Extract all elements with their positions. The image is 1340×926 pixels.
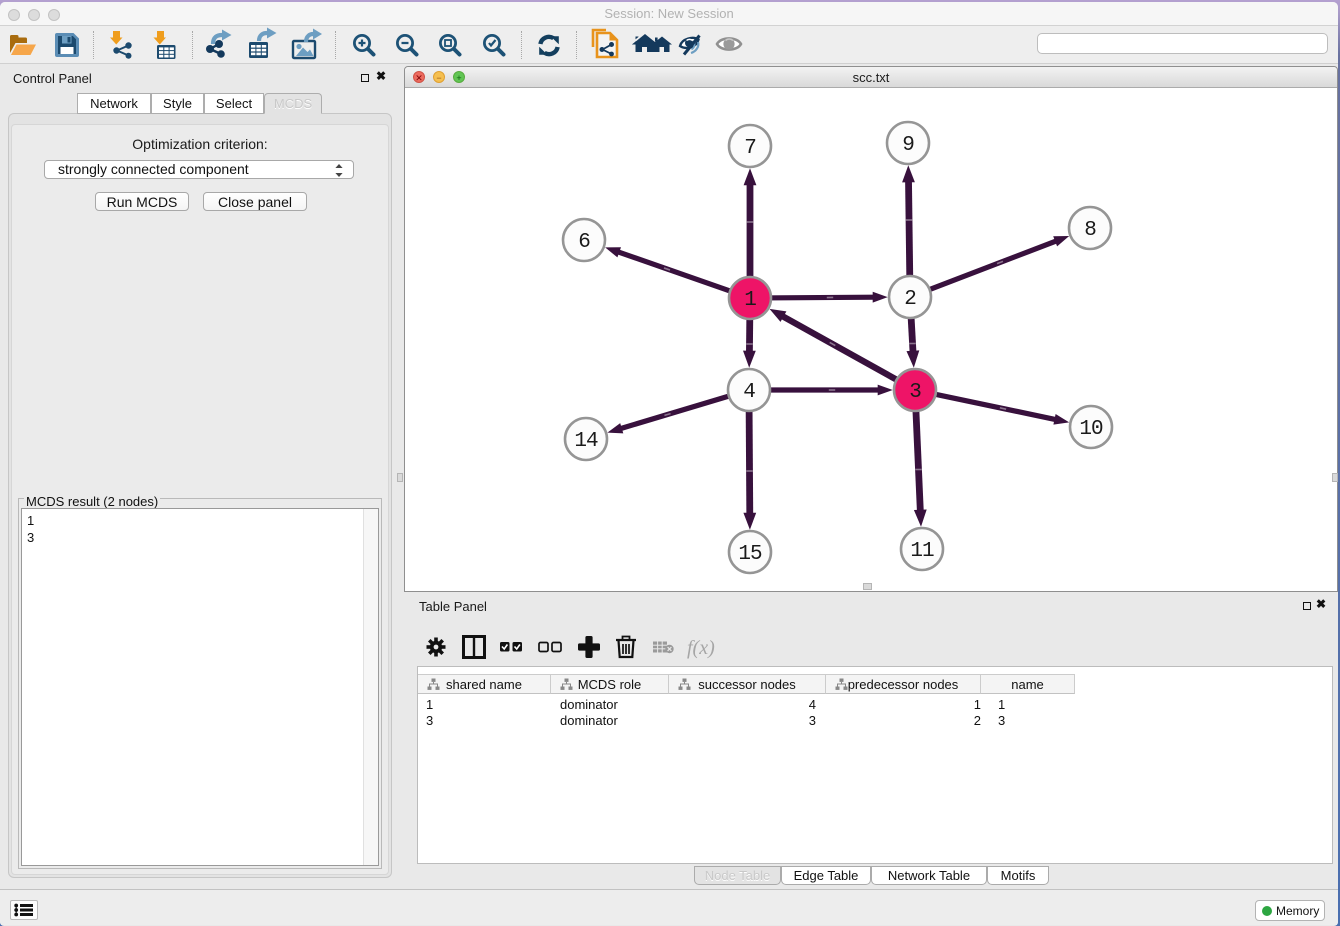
svg-text:8: 8: [1084, 219, 1096, 242]
svg-text:10: 10: [1079, 418, 1103, 441]
svg-text:11: 11: [910, 540, 934, 563]
svg-text:3: 3: [909, 381, 921, 404]
svg-text:1: 1: [744, 289, 756, 312]
svg-text:7: 7: [744, 137, 756, 160]
svg-text:15: 15: [738, 543, 762, 566]
svg-text:f(x): f(x): [687, 637, 715, 659]
svg-text:9: 9: [902, 134, 914, 157]
svg-text:2: 2: [904, 288, 916, 311]
svg-text:6: 6: [578, 231, 590, 254]
svg-text:4: 4: [743, 381, 755, 404]
svg-text:14: 14: [574, 430, 598, 453]
